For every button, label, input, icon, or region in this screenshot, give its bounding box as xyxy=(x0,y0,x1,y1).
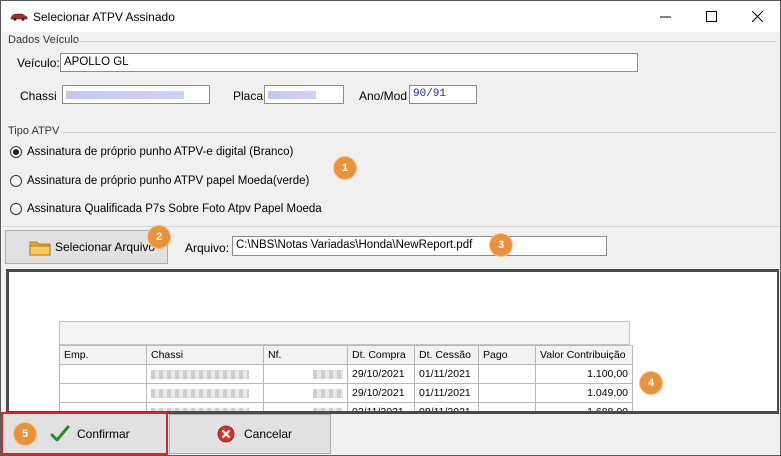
placa-field[interactable] xyxy=(264,85,344,104)
radio-atpv-digital-label[interactable]: Assinatura de próprio punho ATPV-e digit… xyxy=(27,146,293,158)
cell-dt-cessao: 01/11/2021 xyxy=(414,364,479,384)
col-dt-cessao: Dt. Cessão xyxy=(414,345,479,365)
radio-atpv-papel-moeda[interactable] xyxy=(10,175,22,187)
divider xyxy=(76,41,776,42)
report-table: Emp. Chassi Nf. Dt. Compra Dt. Cessão Pa… xyxy=(59,345,633,411)
annotation-badge: 3 xyxy=(490,234,512,256)
maximize-button[interactable] xyxy=(688,1,734,32)
veiculo-label: Veículo: xyxy=(17,56,60,70)
radio-atpv-digital[interactable] xyxy=(10,146,22,158)
arquivo-label: Arquivo: xyxy=(185,241,230,255)
divider xyxy=(63,132,776,133)
radio-atpv-p7s[interactable] xyxy=(10,203,22,215)
chassi-field[interactable] xyxy=(62,85,210,104)
car-icon xyxy=(10,13,28,21)
cell-dt-cessao: 01/11/2021 xyxy=(414,383,479,403)
minimize-icon xyxy=(659,16,671,18)
cell-dt-compra: 29/10/2021 xyxy=(347,364,415,384)
cell-dt-compra: 29/10/2021 xyxy=(347,383,415,403)
cancel-label: Cancelar xyxy=(244,427,293,441)
anomod-label: Ano/Mod xyxy=(359,89,408,103)
col-pago: Pago xyxy=(478,345,536,365)
anomod-field[interactable]: 90/91 xyxy=(409,85,477,104)
col-valor: Valor Contribuição xyxy=(535,345,633,365)
veiculo-field[interactable]: APOLLO GL xyxy=(60,53,638,72)
report-header-band xyxy=(59,321,630,345)
placa-label: Placa xyxy=(233,89,264,103)
chassi-label: Chassi xyxy=(20,89,57,103)
close-button[interactable] xyxy=(734,1,780,32)
redacted-chassi xyxy=(151,388,249,398)
col-dt-compra: Dt. Compra xyxy=(347,345,415,365)
table-row: 29/10/2021 01/11/2021 1.049,00 xyxy=(59,383,633,403)
col-nf: Nf. xyxy=(263,345,348,365)
title-bar: Selecionar ATPV Assinado xyxy=(1,1,780,32)
table-row: 29/10/2021 01/11/2021 1.100,00 xyxy=(59,364,633,384)
cell-valor: 1.688,00 xyxy=(535,402,633,411)
cell-valor: 1.049,00 xyxy=(535,383,633,403)
redacted-chassi xyxy=(66,91,184,99)
cell-dt-cessao: 08/11/2021 xyxy=(414,402,479,411)
maximize-icon xyxy=(705,11,717,22)
report-header-row: Emp. Chassi Nf. Dt. Compra Dt. Cessão Pa… xyxy=(59,345,633,365)
confirm-label: Confirmar xyxy=(77,426,130,441)
annotation-badge: 1 xyxy=(334,157,356,179)
divider xyxy=(1,226,780,227)
annotation-badge: 5 xyxy=(14,423,36,445)
report-preview[interactable]: Emp. Chassi Nf. Dt. Compra Dt. Cessão Pa… xyxy=(6,269,779,414)
dialog-window: Selecionar ATPV Assinado Dados Veículo V… xyxy=(0,0,781,456)
checkmark-icon xyxy=(50,425,70,441)
col-emp: Emp. xyxy=(59,345,147,365)
redacted-placa xyxy=(268,91,316,99)
cancel-icon xyxy=(217,425,235,443)
minimize-button[interactable] xyxy=(642,1,688,32)
radio-atpv-papel-moeda-label[interactable]: Assinatura de próprio punho ATPV papel M… xyxy=(27,175,309,187)
annotation-badge: 2 xyxy=(148,226,170,248)
annotation-badge: 4 xyxy=(640,372,662,394)
tipo-atpv-title: Tipo ATPV xyxy=(8,125,60,137)
cell-dt-compra: 03/11/2021 xyxy=(347,402,415,411)
radio-atpv-p7s-label[interactable]: Assinatura Qualificada P7s Sobre Foto At… xyxy=(27,203,322,215)
folder-icon xyxy=(29,241,51,255)
dados-veiculo-title: Dados Veículo xyxy=(8,34,79,46)
cancel-button[interactable]: Cancelar xyxy=(169,414,331,454)
redacted-chassi xyxy=(151,369,249,379)
window-title: Selecionar ATPV Assinado xyxy=(33,10,175,24)
close-icon xyxy=(751,11,763,22)
selecionar-arquivo-label: Selecionar Arquivo xyxy=(55,240,156,254)
redacted-nf xyxy=(313,388,343,398)
arquivo-path-field[interactable]: C:\NBS\Notas Variadas\Honda\NewReport.pd… xyxy=(232,236,607,256)
redacted-nf xyxy=(313,369,343,379)
cell-valor: 1.100,00 xyxy=(535,364,633,384)
col-chassi: Chassi xyxy=(146,345,264,365)
selecionar-arquivo-button[interactable]: Selecionar Arquivo xyxy=(5,230,168,264)
